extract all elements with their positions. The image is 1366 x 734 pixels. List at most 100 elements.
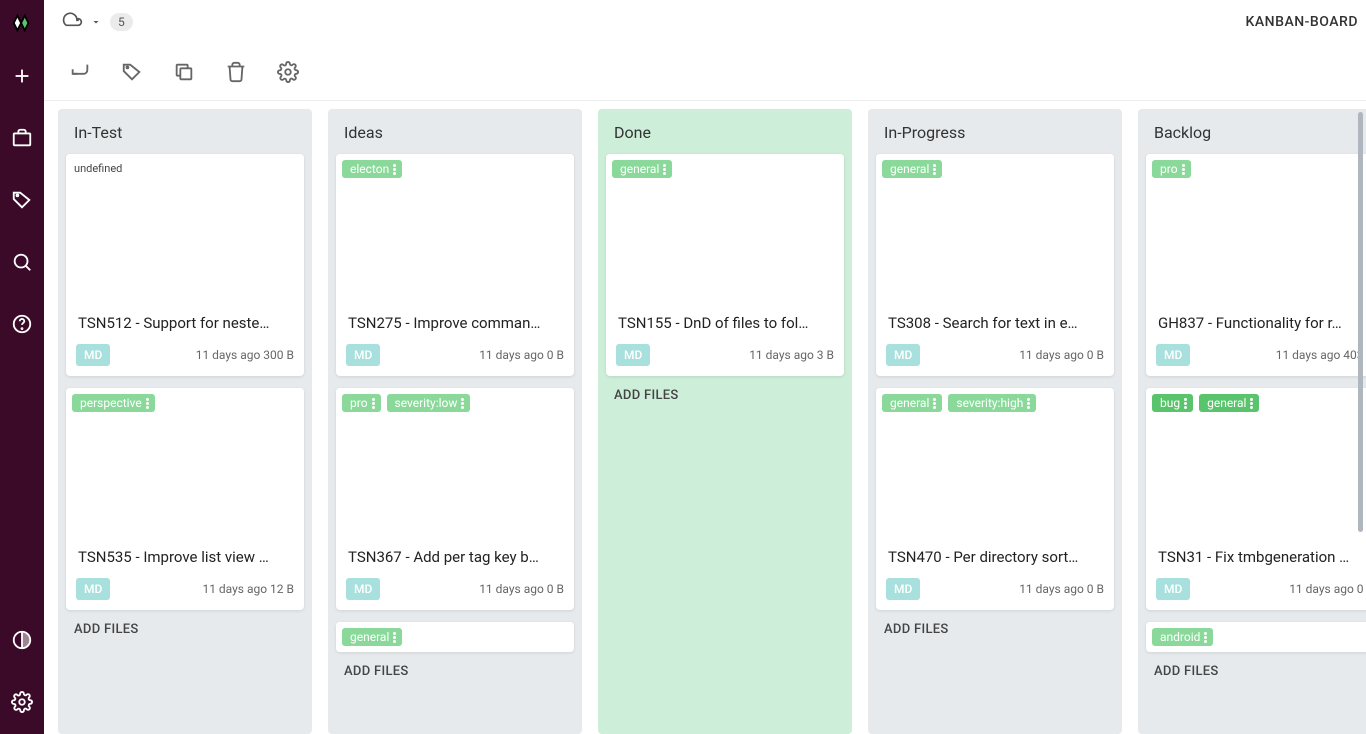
kanban-card[interactable]: generalTS308 - Search for text in e…MD11… xyxy=(876,154,1114,376)
card-preview: perspective xyxy=(66,388,304,538)
add-files-button[interactable]: ADD FILES xyxy=(1138,652,1366,683)
tag-menu-icon[interactable] xyxy=(1250,398,1253,409)
add-files-button[interactable]: ADD FILES xyxy=(868,610,1122,641)
settings-icon[interactable] xyxy=(0,680,44,724)
tag-menu-icon[interactable] xyxy=(663,164,666,175)
trash-icon[interactable] xyxy=(224,60,248,84)
md-badge: MD xyxy=(1156,344,1190,366)
md-badge: MD xyxy=(76,344,110,366)
topbar: 5 KANBAN-BOARD xyxy=(44,0,1366,44)
scrollbar[interactable] xyxy=(1358,104,1366,734)
tag-menu-icon[interactable] xyxy=(1184,398,1187,409)
tag-label: electon xyxy=(350,162,389,176)
tag-label: perspective xyxy=(80,396,142,410)
tag-menu-icon[interactable] xyxy=(1182,164,1185,175)
card-meta: 11 days ago 403 B xyxy=(1276,348,1366,362)
search-icon[interactable] xyxy=(0,240,44,284)
card-meta: 11 days ago 12 B xyxy=(202,582,294,596)
page-title: KANBAN-BOARD xyxy=(1246,14,1358,30)
tag-label: general xyxy=(890,396,929,410)
briefcase-icon[interactable] xyxy=(0,116,44,160)
tag-label: severity:low xyxy=(395,396,458,410)
kanban-card[interactable]: buggeneralTSN31 - Fix tmbgeneration …MD1… xyxy=(1146,388,1366,610)
left-sidebar xyxy=(0,0,44,734)
copy-icon[interactable] xyxy=(172,60,196,84)
card-meta: 11 days ago 0 B xyxy=(1019,582,1104,596)
kanban-board: In-TestundefinedTSN512 - Support for nes… xyxy=(44,100,1366,734)
column-backlog[interactable]: Backlog pro GH837 - Functionality for r… MD… xyxy=(1138,109,1366,734)
tag-menu-icon[interactable] xyxy=(933,164,936,175)
tag-label: pro xyxy=(1160,162,1178,176)
tag-menu-icon[interactable] xyxy=(933,398,936,409)
cloud-dropdown[interactable] xyxy=(60,12,102,32)
kanban-card[interactable]: android xyxy=(1146,622,1366,652)
tag-label: pro xyxy=(350,396,368,410)
tag-menu-icon[interactable] xyxy=(1027,398,1030,409)
kanban-card[interactable]: general xyxy=(336,622,574,652)
tag-menu-icon[interactable] xyxy=(146,398,149,409)
column-header: Backlog xyxy=(1138,109,1366,154)
kanban-card[interactable]: generalseverity:highTSN470 - Per directo… xyxy=(876,388,1114,610)
card-title: TSN275 - Improve comman… xyxy=(336,304,574,338)
card-tag[interactable]: general xyxy=(342,628,402,646)
tag-label: severity:high xyxy=(956,396,1023,410)
add-files-button[interactable]: ADD FILES xyxy=(598,376,852,407)
tag-label: general xyxy=(620,162,659,176)
kanban-card[interactable]: pro GH837 - Functionality for r… MD 11 days… xyxy=(1146,154,1366,376)
tag-action-icon[interactable] xyxy=(120,60,144,84)
add-files-button[interactable]: ADD FILES xyxy=(58,610,312,641)
card-title: TSN535 - Improve list view … xyxy=(66,538,304,572)
card-preview: pro severity:low xyxy=(336,388,574,538)
card-tag[interactable]: severity:high xyxy=(948,394,1036,412)
tag-menu-icon[interactable] xyxy=(372,398,375,409)
card-tag[interactable]: perspective xyxy=(72,394,155,412)
card-title: GH837 - Functionality for r… xyxy=(1146,304,1366,338)
card-tag[interactable]: general xyxy=(612,160,672,178)
help-icon[interactable] xyxy=(0,302,44,346)
gear-icon[interactable] xyxy=(276,60,300,84)
card-preview: undefined xyxy=(66,154,304,304)
kanban-card[interactable]: undefinedTSN512 - Support for neste…MD11… xyxy=(66,154,304,376)
tag-icon[interactable] xyxy=(0,178,44,222)
theme-icon[interactable] xyxy=(0,618,44,662)
card-tag[interactable]: general xyxy=(882,394,942,412)
tag-menu-icon[interactable] xyxy=(461,398,464,409)
column-ideas[interactable]: IdeaselectonTSN275 - Improve comman…MD11… xyxy=(328,109,582,734)
card-tag[interactable]: general xyxy=(882,160,942,178)
card-preview: android xyxy=(1146,622,1366,652)
kanban-card[interactable]: perspectiveTSN535 - Improve list view …M… xyxy=(66,388,304,610)
card-tag[interactable]: severity:low xyxy=(387,394,471,412)
tag-menu-icon[interactable] xyxy=(393,164,396,175)
md-badge: MD xyxy=(346,578,380,600)
tag-menu-icon[interactable] xyxy=(393,632,396,643)
card-preview: general xyxy=(876,154,1114,304)
column-header: Done xyxy=(598,109,852,154)
md-badge: MD xyxy=(1156,578,1190,600)
card-tag[interactable]: general xyxy=(1199,394,1259,412)
kanban-card[interactable]: electonTSN275 - Improve comman…MD11 days… xyxy=(336,154,574,376)
card-meta: 11 days ago 0 B xyxy=(1289,582,1366,596)
kanban-card[interactable]: generalTSN155 - DnD of files to fol…MD11… xyxy=(606,154,844,376)
card-tag[interactable]: android xyxy=(1152,628,1213,646)
card-tag[interactable]: pro xyxy=(1152,160,1191,178)
card-tag[interactable]: bug xyxy=(1152,394,1193,412)
return-icon[interactable] xyxy=(68,60,92,84)
tag-menu-icon[interactable] xyxy=(1204,632,1207,643)
add-files-button[interactable]: ADD FILES xyxy=(328,652,582,683)
tag-label: android xyxy=(1160,630,1200,644)
card-meta: 11 days ago 300 B xyxy=(196,348,294,362)
card-preview: electon xyxy=(336,154,574,304)
tag-label: general xyxy=(1207,396,1246,410)
md-badge: MD xyxy=(886,578,920,600)
toolbar xyxy=(44,44,1366,100)
column-in-test[interactable]: In-TestundefinedTSN512 - Support for nes… xyxy=(58,109,312,734)
card-tag[interactable]: electon xyxy=(342,160,402,178)
md-badge: MD xyxy=(346,344,380,366)
kanban-card[interactable]: proseverity:lowTSN367 - Add per tag key … xyxy=(336,388,574,610)
add-icon[interactable] xyxy=(0,54,44,98)
column-in-progress[interactable]: In-ProgressgeneralTS308 - Search for tex… xyxy=(868,109,1122,734)
column-header: In-Progress xyxy=(868,109,1122,154)
column-done[interactable]: DonegeneralTSN155 - DnD of files to fol…… xyxy=(598,109,852,734)
card-tag[interactable]: pro xyxy=(342,394,381,412)
card-preview: general xyxy=(606,154,844,304)
